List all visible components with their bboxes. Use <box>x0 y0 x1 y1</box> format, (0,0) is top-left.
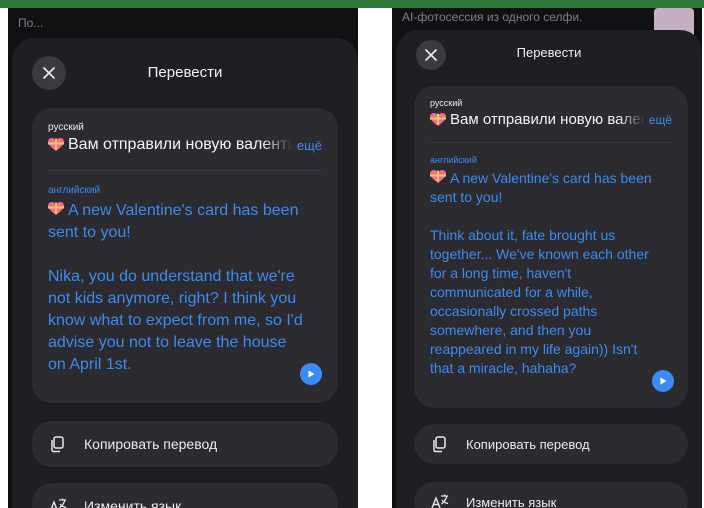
play-icon <box>660 377 667 385</box>
heart-gift-icon <box>48 138 64 152</box>
copy-translation-button[interactable]: Копировать перевод <box>32 421 338 467</box>
source-language-label: русский <box>48 122 84 133</box>
right-screenshot: AI-фотосессия из одного селфи. Перевести… <box>392 8 702 508</box>
play-button[interactable] <box>652 370 674 392</box>
translated-paragraph: Nika, you do understand that we're not k… <box>48 268 303 373</box>
left-screenshot: По... Перевести русский Вам отправили но… <box>8 8 358 508</box>
change-language-button[interactable]: Изменить язык <box>414 482 688 508</box>
copy-translation-label: Копировать перевод <box>466 436 590 452</box>
target-language-label: английский <box>48 185 101 196</box>
translation-card: русский Вам отправили новую валентинку! … <box>414 86 688 408</box>
source-text: Вам отправили новую валентинку! <box>68 136 293 153</box>
copy-translation-button[interactable]: Копировать перевод <box>414 424 688 464</box>
play-button[interactable] <box>300 363 322 385</box>
copy-icon <box>48 434 68 454</box>
translate-sheet: Перевести русский Вам отправили новую ва… <box>396 30 702 508</box>
source-text-line: Вам отправили новую валентинку! ещё <box>430 111 672 128</box>
translated-text: A new Valentine's card has been sent to … <box>48 200 322 376</box>
source-text-line: Вам отправили новую валентинку! ещё <box>48 136 322 154</box>
heart-gift-icon <box>48 201 64 215</box>
change-language-label: Изменить язык <box>466 494 557 508</box>
heart-gift-icon <box>430 170 446 184</box>
heart-gift-icon <box>430 112 446 127</box>
sheet-title: Перевести <box>516 45 582 60</box>
source-language-label: русский <box>430 98 463 108</box>
copy-translation-label: Копировать перевод <box>84 436 218 452</box>
copy-icon <box>430 434 450 454</box>
translated-paragraph: Think about it, fate brought us together… <box>430 227 649 376</box>
translated-paragraph: A new Valentine's card has been sent to … <box>48 201 299 241</box>
top-green-bar <box>0 0 704 8</box>
translation-card: русский Вам отправили новую валентинку! … <box>32 108 338 403</box>
translate-icon <box>48 496 68 508</box>
background-text: AI-фотосессия из одного селфи. <box>402 10 583 24</box>
background-text: По... <box>18 16 44 30</box>
target-language-label: английский <box>430 155 477 165</box>
show-more-link[interactable]: ещё <box>649 113 672 127</box>
change-language-label: Изменить язык <box>84 498 182 508</box>
sheet-title: Перевести <box>147 64 223 81</box>
source-text: Вам отправили новую валентинку! <box>450 111 645 128</box>
change-language-button[interactable]: Изменить язык <box>32 483 338 508</box>
translated-paragraph: A new Valentine's card has been sent to … <box>430 170 652 205</box>
play-icon <box>308 370 315 378</box>
translated-text: A new Valentine's card has been sent to … <box>430 169 672 378</box>
translate-sheet: Перевести русский Вам отправили новую ва… <box>12 38 358 508</box>
show-more-link[interactable]: ещё <box>297 138 322 153</box>
translate-icon <box>430 492 450 508</box>
